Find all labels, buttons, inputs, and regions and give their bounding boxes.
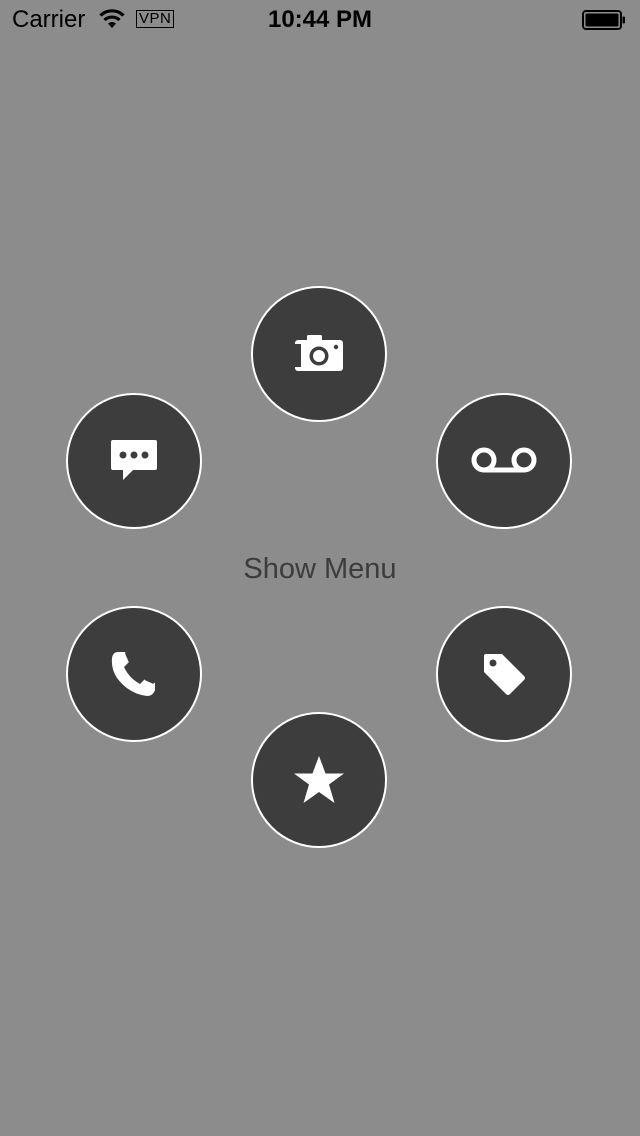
battery-icon (582, 10, 625, 30)
voicemail-icon (471, 447, 537, 473)
chat-bubble-icon (111, 440, 157, 480)
status-time: 10:44 PM (267, 6, 373, 33)
chat-button[interactable] (66, 393, 202, 529)
star-icon (294, 756, 344, 803)
star-button[interactable] (251, 712, 387, 848)
phone-icon (111, 652, 155, 696)
status-bar: Carrier VPN 10:44 PM (0, 0, 640, 40)
camera-icon (295, 335, 343, 371)
screen: Carrier VPN 10:44 PM Show Menu (0, 0, 640, 1136)
phone-button[interactable] (66, 606, 202, 742)
tag-icon (484, 654, 525, 695)
tag-button[interactable] (436, 606, 572, 742)
voicemail-button[interactable] (436, 393, 572, 529)
camera-button[interactable] (251, 286, 387, 422)
show-menu-button[interactable]: Show Menu (0, 551, 640, 587)
